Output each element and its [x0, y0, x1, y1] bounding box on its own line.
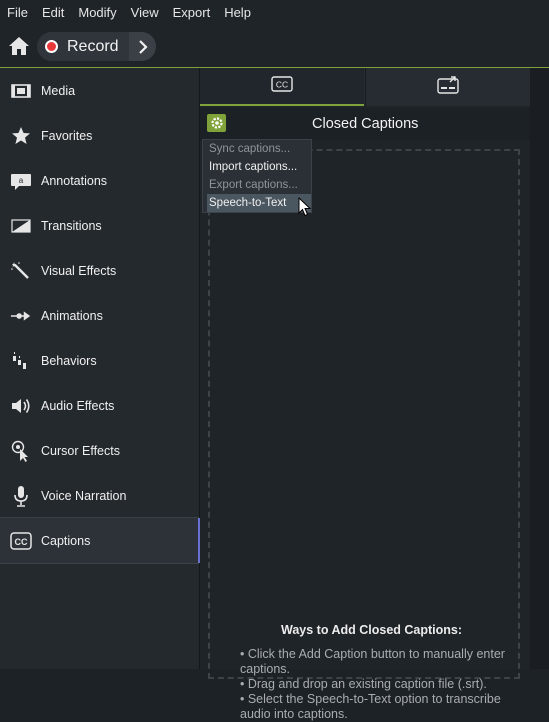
caption-drop-zone[interactable]: Ways to Add Closed Captions: • Click the…	[208, 149, 520, 721]
mouse-cursor-icon	[298, 196, 312, 217]
animation-arrow-icon	[10, 305, 32, 327]
home-icon[interactable]	[8, 36, 30, 56]
right-panel-edge	[530, 68, 549, 669]
menu-bar: File Edit Modify View Export Help	[0, 0, 549, 26]
transition-icon	[10, 215, 32, 237]
magic-wand-icon	[10, 260, 32, 282]
sidebar-item-label: Captions	[41, 533, 91, 548]
sidebar-item-label: Media	[41, 83, 76, 98]
menu-help[interactable]: Help	[217, 0, 258, 26]
sidebar-item-favorites[interactable]: Favorites	[0, 113, 199, 158]
menu-modify[interactable]: Modify	[71, 0, 123, 26]
menu-item-export-captions: Export captions...	[209, 179, 298, 191]
panel-header: Closed Captions	[200, 108, 530, 140]
empty-state-list: • Click the Add Caption button to manual…	[240, 647, 525, 722]
gear-dropdown-menu: Sync captions... Import captions... Expo…	[202, 139, 312, 213]
svg-text:a: a	[19, 176, 24, 185]
record-button[interactable]: Record	[37, 32, 129, 61]
closed-captions-icon: CC	[271, 75, 293, 97]
sidebar-item-transitions[interactable]: Transitions	[0, 203, 199, 248]
panel-title: Closed Captions	[312, 116, 419, 132]
sidebar-item-annotations[interactable]: a Annotations	[0, 158, 199, 203]
menu-item-sync-captions: Sync captions...	[209, 143, 291, 155]
media-filmstrip-icon	[10, 80, 32, 102]
sidebar-item-media[interactable]: Media	[0, 68, 199, 113]
record-options-button[interactable]	[129, 32, 156, 61]
star-icon	[10, 125, 32, 147]
behaviors-icon	[10, 350, 32, 372]
list-item: • Click the Add Caption button to manual…	[240, 647, 505, 676]
menu-file[interactable]: File	[0, 0, 35, 26]
menu-item-speech-to-text[interactable]: Speech-to-Text	[207, 194, 311, 212]
sidebar-item-voice-narration[interactable]: Voice Narration	[0, 473, 199, 518]
menu-export[interactable]: Export	[166, 0, 218, 26]
empty-state-title: Ways to Add Closed Captions:	[281, 623, 463, 637]
sidebar-item-label: Visual Effects	[41, 263, 117, 278]
menu-edit[interactable]: Edit	[35, 0, 71, 26]
speaker-icon	[10, 395, 32, 417]
sidebar-item-animations[interactable]: Animations	[0, 293, 199, 338]
tab-closed-captions[interactable]: CC	[200, 68, 364, 106]
dynamic-captions-icon	[437, 75, 459, 99]
gear-icon[interactable]	[207, 114, 226, 132]
list-item: • Select the Speech-to-Text option to tr…	[240, 692, 501, 721]
sidebar-item-audio-effects[interactable]: Audio Effects	[0, 383, 199, 428]
captions-cc-icon: CC	[10, 530, 32, 552]
panel-tabs: CC	[200, 68, 530, 106]
chevron-right-icon	[138, 39, 148, 54]
sidebar-item-cursor-effects[interactable]: Cursor Effects	[0, 428, 199, 473]
sidebar-item-label: Behaviors	[41, 353, 97, 368]
sidebar-item-label: Animations	[41, 308, 103, 323]
list-item: • Drag and drop an existing caption file…	[240, 677, 487, 691]
microphone-icon	[10, 485, 32, 507]
record-dot-icon	[45, 40, 58, 53]
sidebar-item-visual-effects[interactable]: Visual Effects	[0, 248, 199, 293]
record-label: Record	[67, 37, 119, 55]
toolbar: Record	[0, 26, 549, 68]
menu-view[interactable]: View	[124, 0, 166, 26]
menu-item-import-captions[interactable]: Import captions...	[207, 158, 311, 176]
sidebar-item-label: Annotations	[41, 173, 108, 188]
sidebar-item-label: Favorites	[41, 128, 93, 143]
svg-text:CC: CC	[276, 79, 288, 89]
sidebar-item-captions[interactable]: CC Captions	[0, 517, 200, 564]
sidebar-item-label: Voice Narration	[41, 488, 127, 503]
annotation-callout-icon: a	[10, 170, 32, 192]
sidebar-item-behaviors[interactable]: Behaviors	[0, 338, 199, 383]
sidebar-item-label: Audio Effects	[41, 398, 115, 413]
cursor-effects-icon	[10, 440, 32, 462]
tab-dynamic-captions[interactable]	[365, 68, 530, 106]
svg-text:CC: CC	[15, 537, 28, 547]
sidebar-item-label: Cursor Effects	[41, 443, 120, 458]
sidebar-item-label: Transitions	[41, 218, 102, 233]
sidebar: Media Favorites a Annotations Transition…	[0, 68, 200, 669]
